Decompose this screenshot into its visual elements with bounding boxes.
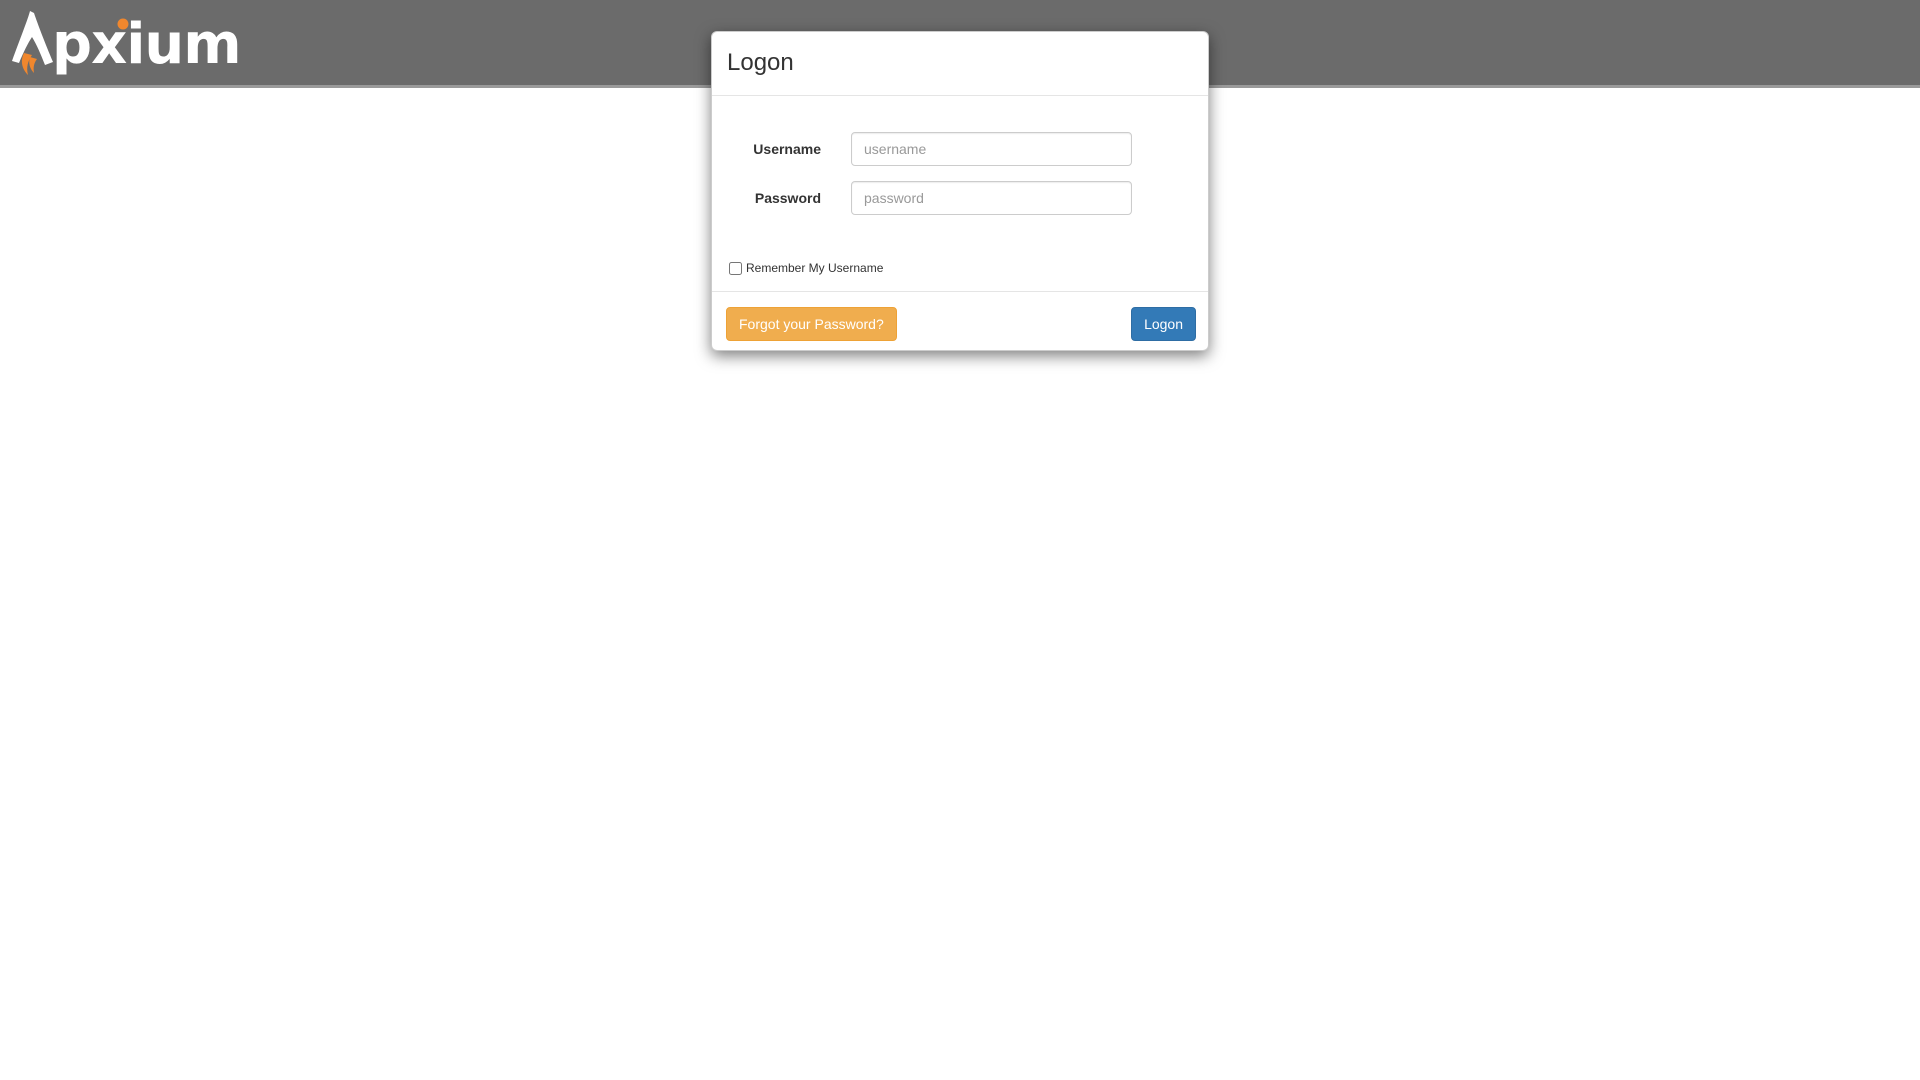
password-label: Password [754,190,821,206]
username-row: Username [712,132,1208,166]
remember-username-label: Remember My Username [746,261,884,275]
logon-dialog: Logon Username Password Remember My User… [711,31,1209,351]
password-row: Password [712,181,1208,215]
apxium-logo[interactable]: pxium [10,8,242,80]
rocket-a-icon [10,9,56,79]
dialog-title: Logon [727,49,794,76]
forgot-password-button[interactable]: Forgot your Password? [726,307,897,341]
logon-button[interactable]: Logon [1131,307,1196,341]
username-input[interactable] [851,132,1132,166]
dialog-footer: Forgot your Password? Logon [712,292,1208,350]
dialog-header: Logon [712,32,1208,96]
remember-username-option[interactable]: Remember My Username [729,261,883,275]
dialog-body: Username Password Remember My Username [712,96,1208,292]
password-input[interactable] [851,181,1132,215]
logo-dot-icon [117,18,129,30]
username-label: Username [753,141,821,157]
remember-username-checkbox[interactable] [729,261,742,275]
logo-wordmark: pxium [52,12,242,77]
